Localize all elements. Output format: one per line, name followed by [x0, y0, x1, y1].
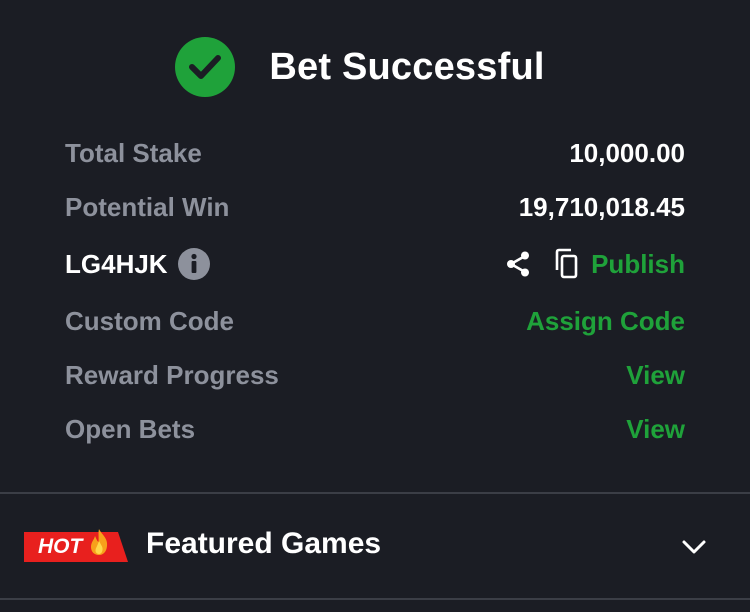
share-icon[interactable]	[501, 247, 535, 281]
total-stake-row: Total Stake 10,000.00	[65, 133, 685, 173]
info-icon[interactable]	[177, 248, 210, 280]
publish-button[interactable]: Publish	[591, 249, 685, 280]
potential-win-row: Potential Win 19,710,018.45	[65, 187, 685, 227]
potential-win-label: Potential Win	[65, 191, 230, 222]
potential-win-value: 19,710,018.45	[518, 191, 685, 222]
page-title: Bet Successful	[269, 45, 545, 88]
assign-code-link[interactable]: Assign Code	[526, 306, 685, 337]
featured-games-title: Featured Games	[146, 527, 382, 560]
custom-code-row: Custom Code Assign Code	[65, 301, 685, 341]
divider-bottom	[0, 598, 750, 600]
copy-icon[interactable]	[549, 247, 583, 281]
open-bets-view-link[interactable]: View	[626, 414, 685, 445]
chevron-down-icon[interactable]	[678, 531, 710, 563]
open-bets-row: Open Bets View	[65, 409, 685, 449]
booking-code-actions: Publish	[501, 247, 685, 281]
custom-code-label: Custom Code	[65, 305, 234, 336]
reward-progress-row: Reward Progress View	[65, 355, 685, 395]
fire-icon	[88, 528, 110, 561]
total-stake-label: Total Stake	[65, 137, 202, 168]
featured-games-section[interactable]: HOT Featured Games	[0, 494, 750, 598]
hot-badge-label: HOT	[38, 535, 83, 558]
bet-success-header: Bet Successful	[0, 36, 750, 98]
check-circle-icon	[175, 37, 236, 97]
reward-progress-label: Reward Progress	[65, 359, 279, 390]
booking-code-row: LG4HJK Publish	[65, 244, 685, 284]
open-bets-label: Open Bets	[65, 413, 196, 444]
bet-success-panel: Bet Successful Total Stake 10,000.00 Pot…	[0, 0, 750, 612]
booking-code-group: LG4HJK	[65, 248, 210, 280]
reward-progress-view-link[interactable]: View	[626, 360, 685, 391]
total-stake-value: 10,000.00	[569, 137, 685, 168]
hot-badge: HOT	[24, 529, 128, 562]
booking-code: LG4HJK	[65, 248, 168, 279]
